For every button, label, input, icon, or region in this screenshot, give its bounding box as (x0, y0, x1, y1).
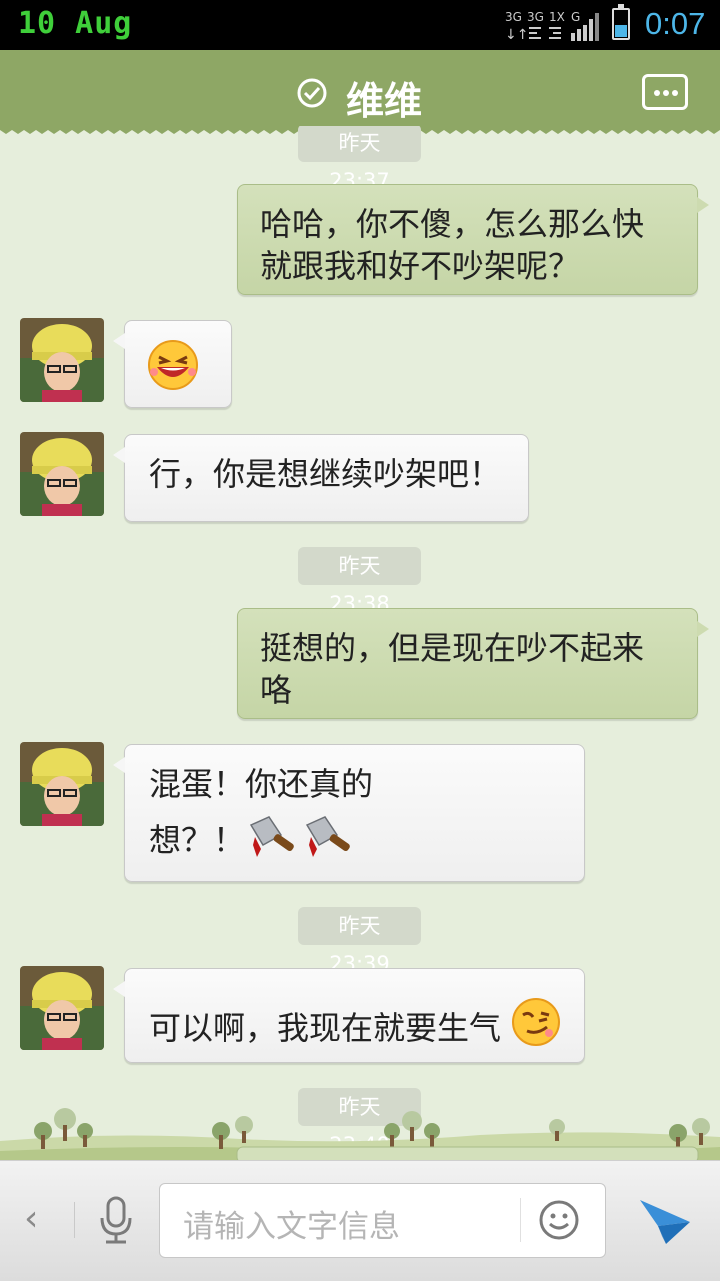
contact-avatar[interactable] (20, 742, 104, 826)
contact-avatar[interactable] (20, 318, 104, 402)
message-text: 哈哈，你不傻，怎么那么快就跟我和好不吵架呢？ (260, 205, 645, 285)
signal-icon: 3G 3G 1X G ↓↑ (505, 10, 599, 43)
message-input-placeholder: 请输入文字信息 (183, 1209, 400, 1245)
microphone-icon[interactable] (96, 1196, 136, 1244)
battery-icon (612, 4, 630, 40)
timestamp: 昨天 23:39 (298, 907, 421, 976)
incoming-message[interactable]: 可以啊，我现在就要生气 (113, 968, 585, 1063)
outgoing-message[interactable]: 哈哈，你不傻，怎么那么快就跟我和好不吵架呢？ (237, 184, 709, 295)
divider (520, 1198, 521, 1242)
laughing-face-emoji (148, 340, 198, 390)
chat-dots-icon[interactable] (642, 74, 688, 110)
status-date: 10 Aug (18, 6, 133, 41)
message-text: 可以啊，我现在就要生气 (149, 1009, 502, 1047)
landscape-decoration (0, 1108, 720, 1163)
incoming-message[interactable]: 行，你是想继续吵架吧！ (113, 434, 529, 522)
svg-text:3G: 3G (505, 10, 522, 24)
send-arrow-icon[interactable] (636, 1192, 692, 1248)
message-text: 混蛋！你还真的 (149, 765, 374, 803)
message-text-line2: 想？！ (149, 821, 246, 859)
status-bar: 10 Aug 3G 3G 1X G ↓↑ 0:07 (0, 0, 720, 50)
timestamp: 昨天 23:38 (298, 547, 421, 616)
incoming-message[interactable]: 混蛋！你还真的 想？！ (113, 744, 585, 882)
cleaver-knife-emoji (305, 816, 350, 857)
outgoing-message[interactable]: 挺想的，但是现在吵不起来咯 (237, 608, 709, 719)
smirk-face-emoji (512, 998, 560, 1046)
contact-name-label: 维维 (346, 79, 423, 123)
divider (74, 1202, 75, 1238)
message-text: 行，你是想继续吵架吧！ (149, 455, 502, 493)
smiley-icon[interactable] (538, 1199, 580, 1241)
verified-icon (297, 78, 327, 108)
svg-text:↓↑: ↓↑ (505, 27, 528, 43)
message-text: 挺想的，但是现在吵不起来咯 (260, 629, 645, 709)
contact-avatar[interactable] (20, 432, 104, 516)
svg-text:3G: 3G (527, 10, 544, 24)
status-time: 0:07 (645, 6, 706, 41)
contact-avatar[interactable] (20, 966, 104, 1050)
svg-text:G: G (571, 10, 580, 24)
incoming-emoji-message[interactable] (113, 320, 232, 408)
cleaver-knife-emoji (249, 816, 294, 857)
chevron-left-icon[interactable]: ‹ (24, 1198, 38, 1239)
svg-text:1X: 1X (549, 10, 565, 24)
timestamp: 昨天 23:37 (298, 124, 421, 193)
